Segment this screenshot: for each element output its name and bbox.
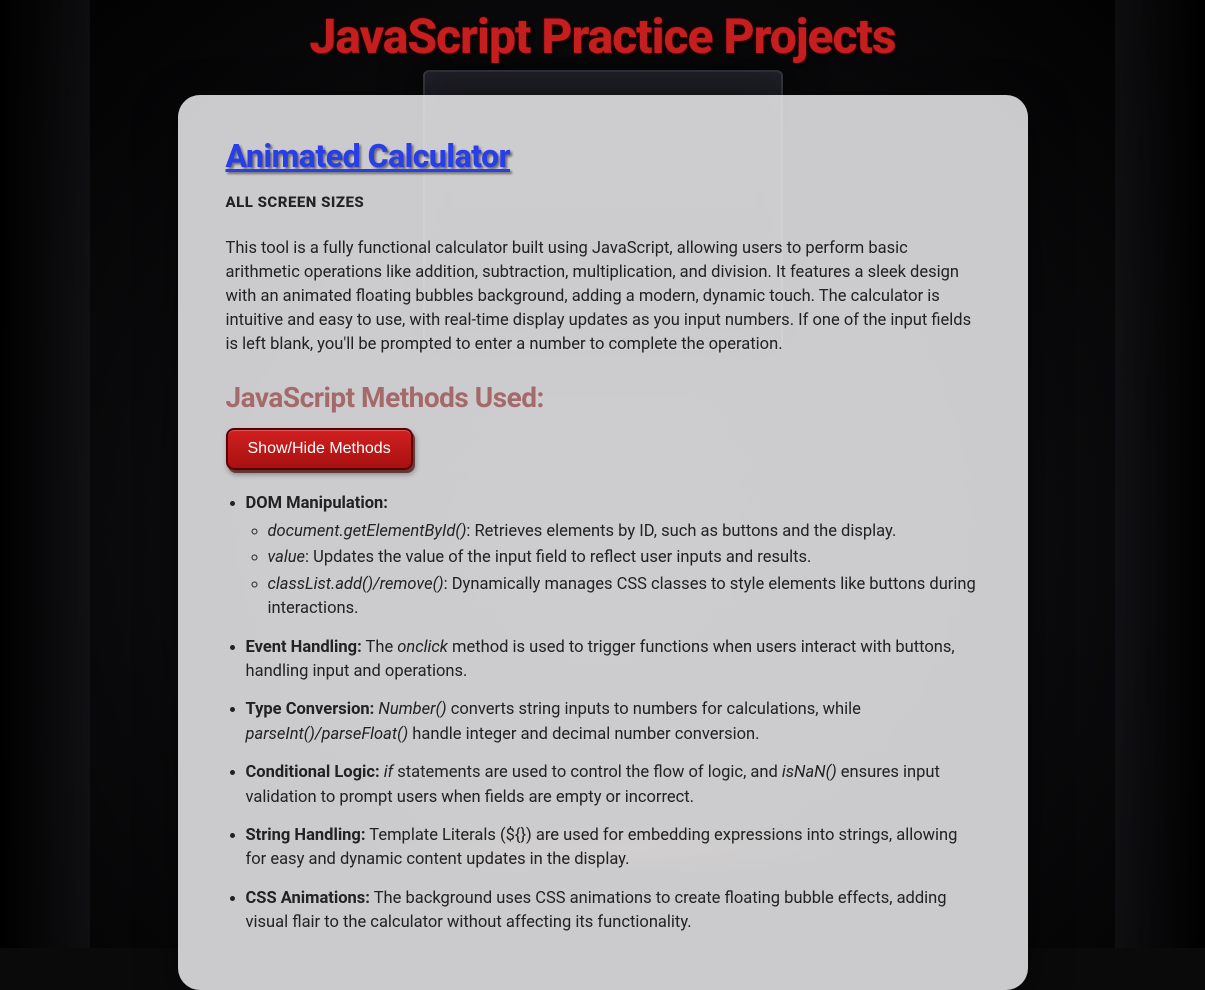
method-label: DOM Manipulation:: [246, 494, 388, 513]
method-text: : Updates the value of the input field t…: [305, 548, 811, 567]
list-item: value: Updates the value of the input fi…: [268, 546, 980, 570]
list-item: String Handling: Template Literals (${})…: [246, 824, 980, 873]
code-ref: parseInt()/parseFloat(): [246, 725, 409, 744]
method-text: handle integer and decimal number conver…: [408, 725, 759, 744]
toggle-methods-button[interactable]: Show/Hide Methods: [226, 428, 413, 470]
code-ref: classList.add()/remove(): [268, 575, 444, 594]
page-title: JavaScript Practice Projects: [0, 0, 1205, 95]
project-card: Animated Calculator ALL SCREEN SIZES Thi…: [178, 95, 1028, 990]
list-item: Event Handling: The onclick method is us…: [246, 636, 980, 685]
methods-list: DOM Manipulation: document.getElementByI…: [226, 492, 980, 936]
method-label: CSS Animations:: [246, 889, 370, 908]
method-label: Conditional Logic:: [246, 763, 380, 782]
list-item: document.getElementById(): Retrieves ele…: [268, 520, 980, 544]
screen-sizes-label: ALL SCREEN SIZES: [226, 193, 980, 211]
code-ref: onclick: [397, 638, 448, 657]
method-text: statements are used to control the flow …: [393, 763, 782, 782]
list-item: Type Conversion: Number() converts strin…: [246, 698, 980, 747]
code-ref: value: [268, 548, 306, 567]
method-text: The: [362, 638, 398, 657]
method-label: String Handling:: [246, 826, 366, 845]
list-item: classList.add()/remove(): Dynamically ma…: [268, 573, 980, 622]
method-text: : Retrieves elements by ID, such as butt…: [466, 522, 896, 541]
methods-heading: JavaScript Methods Used:: [226, 381, 980, 414]
code-ref: Number(): [378, 700, 446, 719]
code-ref: isNaN(): [782, 763, 837, 782]
method-label: Type Conversion:: [246, 700, 375, 719]
sublist: document.getElementById(): Retrieves ele…: [246, 520, 980, 622]
list-item: CSS Animations: The background uses CSS …: [246, 887, 980, 936]
method-label: Event Handling:: [246, 638, 362, 657]
project-description: This tool is a fully functional calculat…: [226, 237, 980, 357]
project-title-link[interactable]: Animated Calculator: [226, 137, 511, 175]
code-ref: document.getElementById(): [268, 522, 467, 541]
method-text: converts string inputs to numbers for ca…: [447, 700, 861, 719]
code-ref: if: [384, 763, 393, 782]
list-item: Conditional Logic: if statements are use…: [246, 761, 980, 810]
list-item: DOM Manipulation: document.getElementByI…: [246, 492, 980, 622]
